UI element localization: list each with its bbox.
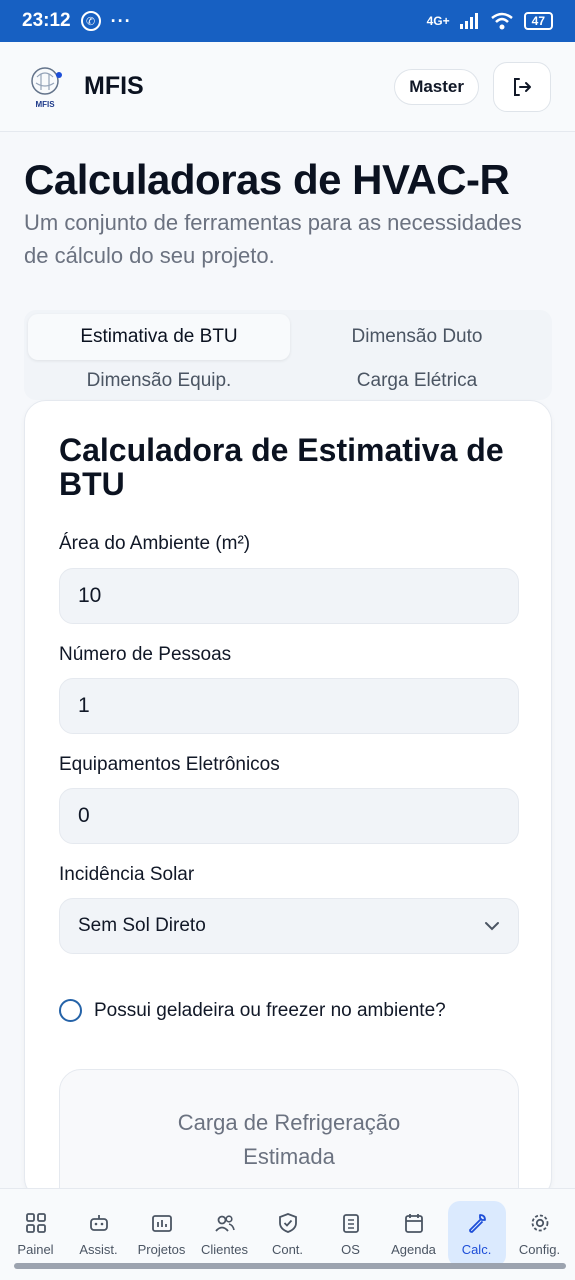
grid-icon	[25, 1212, 47, 1234]
area-label: Área do Ambiente (m²)	[59, 533, 251, 554]
nav-os[interactable]: OS	[322, 1201, 380, 1267]
nav-label: Painel	[17, 1241, 54, 1257]
network-label: 4G+	[426, 14, 450, 28]
clock: 23:12	[22, 10, 71, 31]
solar-select[interactable]: Sem Sol Direto	[59, 898, 519, 954]
logout-button[interactable]	[493, 61, 551, 112]
battery-icon: 47	[523, 12, 553, 30]
people-label: Número de Pessoas	[59, 644, 232, 665]
folder-chart-icon	[151, 1212, 173, 1234]
solar-label: Incidência Solar	[59, 864, 195, 885]
electronics-input[interactable]: 0	[59, 788, 519, 844]
chevron-down-icon	[485, 922, 499, 931]
people-input[interactable]: 1	[59, 678, 519, 734]
role-badge[interactable]: Master	[394, 68, 479, 105]
nav-contratos[interactable]: Cont.	[259, 1201, 317, 1267]
nav-label: Agenda	[391, 1241, 436, 1257]
gear-icon	[529, 1212, 551, 1234]
tab-estimativa-btu[interactable]: Estimativa de BTU	[28, 314, 290, 360]
nav-calc[interactable]: Calc.	[447, 1201, 506, 1267]
app-header: MFIS MFIS Master	[0, 42, 575, 132]
wifi-icon	[490, 12, 513, 30]
nav-agenda[interactable]: Agenda	[385, 1201, 443, 1267]
nav-config[interactable]: Config.	[511, 1201, 569, 1267]
fridge-checkbox-label: Possui geladeira ou freezer no ambiente?	[94, 999, 446, 1021]
page-title: Calculadoras de HVAC-R	[24, 156, 510, 203]
tab-dimensao-duto[interactable]: Dimensão Duto	[286, 314, 548, 360]
nav-label: Projetos	[137, 1241, 186, 1257]
tab-dimensao-equip[interactable]: Dimensão Equip.	[28, 358, 290, 404]
app-title: MFIS	[84, 72, 144, 100]
area-input[interactable]: 10	[59, 568, 519, 624]
solar-select-value: Sem Sol Direto	[78, 915, 206, 936]
bot-icon	[88, 1212, 110, 1234]
nav-label: Config.	[518, 1241, 561, 1257]
whatsapp-icon: ✆	[80, 11, 101, 31]
more-notifications-icon: ···	[110, 10, 132, 31]
logout-icon	[514, 77, 531, 96]
home-indicator[interactable]	[14, 1263, 566, 1269]
app-logo[interactable]: MFIS	[24, 62, 66, 112]
electronics-label: Equipamentos Eletrônicos	[59, 754, 280, 775]
nav-painel[interactable]: Painel	[7, 1201, 65, 1267]
status-bar: 23:12 ✆ ··· 4G+ 47	[0, 0, 575, 42]
btu-calculator-card: Calculadora de Estimativa de BTU Área do…	[24, 400, 552, 1229]
nav-projetos[interactable]: Projetos	[133, 1201, 191, 1267]
nav-label: Clientes	[201, 1241, 248, 1257]
nav-label: Cont.	[271, 1241, 304, 1257]
signal-icon	[459, 13, 478, 29]
nav-label: Assist.	[79, 1241, 118, 1257]
nav-label: OS	[341, 1241, 360, 1257]
logo-text: MFIS	[35, 100, 55, 109]
nav-label: Calc.	[461, 1241, 492, 1257]
shield-check-icon	[277, 1212, 299, 1234]
nav-assist[interactable]: Assist.	[70, 1201, 128, 1267]
calendar-icon	[403, 1212, 425, 1234]
page-subtitle: Um conjunto de ferramentas para as neces…	[24, 210, 522, 268]
nav-clientes[interactable]: Clientes	[196, 1201, 254, 1267]
clipboard-list-icon	[340, 1212, 362, 1234]
users-icon	[214, 1212, 236, 1234]
tab-carga-eletrica[interactable]: Carga Elétrica	[286, 358, 548, 404]
calculator-tabs: Estimativa de BTU Dimensão Duto Dimensão…	[24, 310, 552, 400]
fridge-checkbox[interactable]	[59, 999, 82, 1022]
fridge-checkbox-row[interactable]: Possui geladeira ou freezer no ambiente?	[59, 999, 446, 1022]
wrench-icon	[466, 1212, 488, 1234]
brain-logo-icon: MFIS	[31, 66, 62, 109]
card-title: Calculadora de Estimativa de BTU	[59, 432, 504, 502]
